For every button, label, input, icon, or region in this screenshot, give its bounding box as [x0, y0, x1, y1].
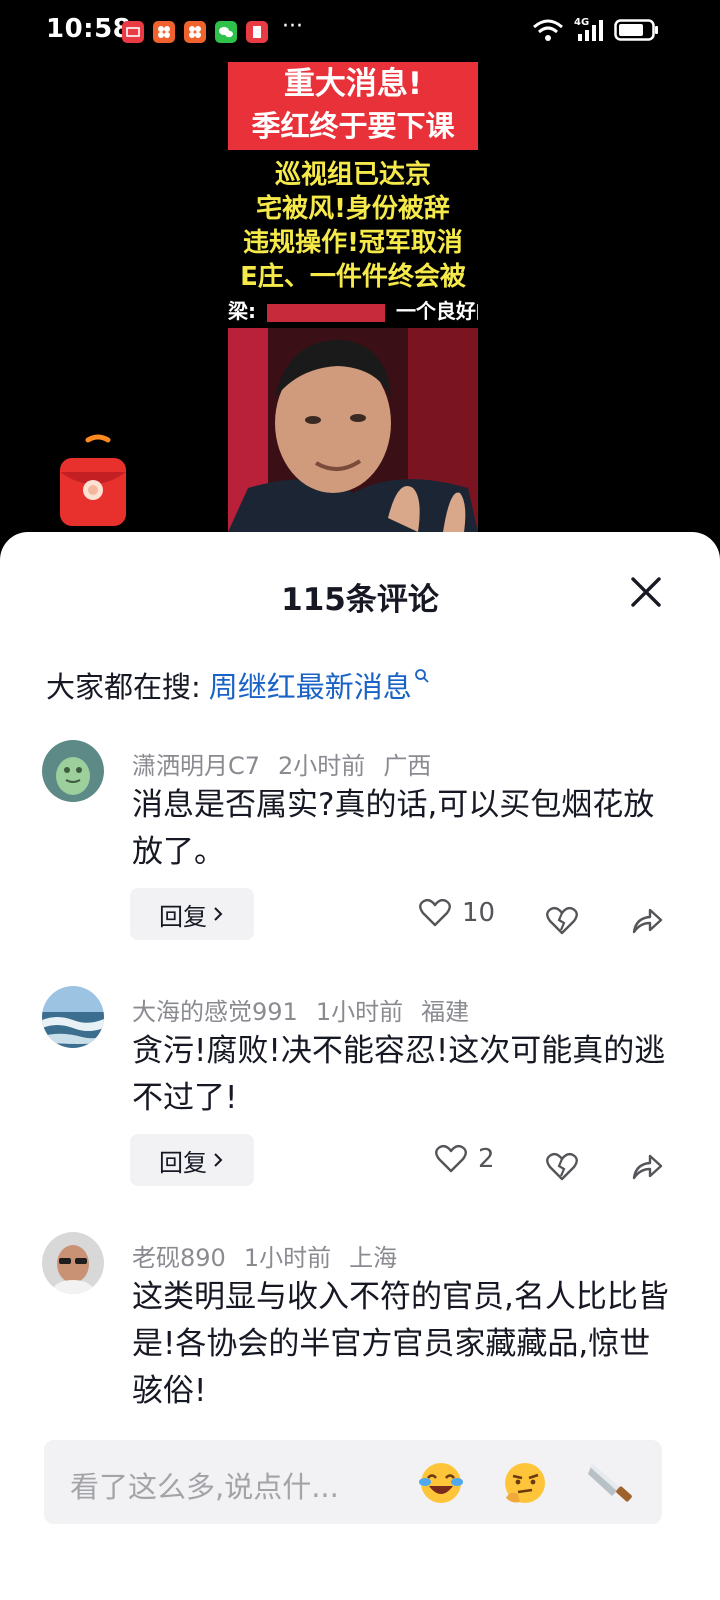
- comment-location: 上海: [349, 1244, 398, 1272]
- more-notifications-icon: ···: [282, 14, 303, 39]
- like-count: 10: [462, 898, 496, 928]
- caption-right: 一个良好的: [395, 299, 478, 323]
- comment-time: 1小时前: [315, 998, 404, 1026]
- avatar[interactable]: [42, 1232, 104, 1294]
- comment-input[interactable]: 看了这么多,说点什...: [44, 1440, 662, 1524]
- like-button[interactable]: 2: [434, 1142, 495, 1176]
- like-count: 2: [478, 1144, 495, 1174]
- cellular-signal-icon: 4G: [574, 18, 604, 42]
- notification-icons: [122, 21, 268, 43]
- video-caption-line: 违规操作!冠军取消: [243, 228, 463, 258]
- reply-button[interactable]: 回复: [130, 888, 254, 940]
- comment-meta: 潇洒明月C7 2小时前 广西: [132, 746, 431, 781]
- reply-label: 回复: [159, 1148, 207, 1177]
- avatar[interactable]: [42, 740, 104, 802]
- reply-label: 回复: [159, 902, 207, 931]
- search-suggestion-link[interactable]: 周继红最新消息: [209, 664, 412, 706]
- comment-text: 贪污!腐败!决不能容忍!这次可能真的逃不过了!: [132, 1033, 666, 1116]
- battery-icon: [614, 19, 658, 41]
- comment-username[interactable]: 大海的感觉991: [132, 992, 298, 1027]
- comment-username[interactable]: 潇洒明月C7: [132, 746, 260, 781]
- close-icon[interactable]: [626, 572, 666, 612]
- like-button[interactable]: 10: [418, 896, 495, 930]
- video-caption-line: 巡视组已达京: [274, 160, 431, 190]
- system-icons: 4G: [532, 18, 660, 42]
- comment-meta: 大海的感觉991 1小时前 福建: [132, 992, 469, 1027]
- comment-text: 消息是否属实?真的话,可以买包烟花放放了。: [132, 787, 655, 870]
- redacted-text: [266, 303, 385, 322]
- search-icon: [414, 669, 429, 683]
- broken-heart-icon[interactable]: [545, 904, 579, 938]
- comment-location: 福建: [421, 998, 470, 1026]
- video-photo: [228, 328, 478, 532]
- laughing-crying-emoji-icon[interactable]: [416, 1458, 466, 1508]
- app-notification-icon: [246, 21, 268, 43]
- video-player[interactable]: 重大消息! 季红终于要下课 巡视组已达京 宅被风!身份被辞 违规操作!冠军取消 …: [228, 62, 478, 532]
- status-time: 10:58: [46, 14, 132, 44]
- caption-left: 梁:: [228, 299, 256, 323]
- comment-meta: 老砚890 1小时前 上海: [132, 1238, 397, 1273]
- heart-icon: [435, 1144, 467, 1173]
- app-notification-icon: [153, 21, 175, 43]
- cleaver-knife-icon[interactable]: [584, 1458, 634, 1508]
- share-arrow-icon[interactable]: [630, 1150, 664, 1184]
- video-headline-1: 重大消息!: [283, 66, 423, 102]
- comment-sheet: 115条评论 大家都在搜: 周继红最新消息 潇洒明月C7 2小时前 广西 消息是…: [0, 532, 720, 1600]
- video-caption-line: E庄、一件件终会被: [240, 262, 466, 292]
- wechat-notification-icon: [215, 21, 237, 43]
- comment-input-placeholder: 看了这么多,说点什...: [70, 1470, 339, 1504]
- comment-text: 这类明显与收入不符的官员,名人比比皆是!各协会的半官方官员家藏藏品,惊世骇俗!: [132, 1279, 669, 1409]
- thinking-emoji-icon[interactable]: [500, 1458, 550, 1508]
- share-arrow-icon[interactable]: [630, 904, 664, 938]
- comment-time: 2小时前: [278, 752, 366, 780]
- wifi-icon: [533, 19, 563, 41]
- search-suggestion: 大家都在搜: 周继红最新消息: [46, 664, 430, 706]
- status-bar: 10:58 ··· 4G: [0, 0, 720, 62]
- comment-location: 广西: [383, 752, 432, 780]
- chevron-right-icon: [214, 1153, 223, 1167]
- comment-time: 1小时前: [243, 1244, 332, 1272]
- broken-heart-icon[interactable]: [545, 1150, 579, 1184]
- reply-button[interactable]: 回复: [130, 1134, 254, 1186]
- heart-icon: [419, 898, 451, 927]
- app-notification-icon: [184, 21, 206, 43]
- video-bottom-caption: 梁: 一个良好的: [228, 295, 478, 324]
- comment-username[interactable]: 老砚890: [132, 1238, 226, 1273]
- video-caption-line: 宅被风!身份被辞: [256, 194, 450, 224]
- search-suggestion-label: 大家都在搜:: [46, 670, 201, 704]
- chevron-right-icon: [214, 907, 223, 921]
- video-headline-2: 季红终于要下课: [251, 109, 455, 143]
- app-notification-icon: [122, 21, 144, 43]
- avatar[interactable]: [42, 986, 104, 1048]
- comment-count-title: 115条评论: [281, 582, 439, 618]
